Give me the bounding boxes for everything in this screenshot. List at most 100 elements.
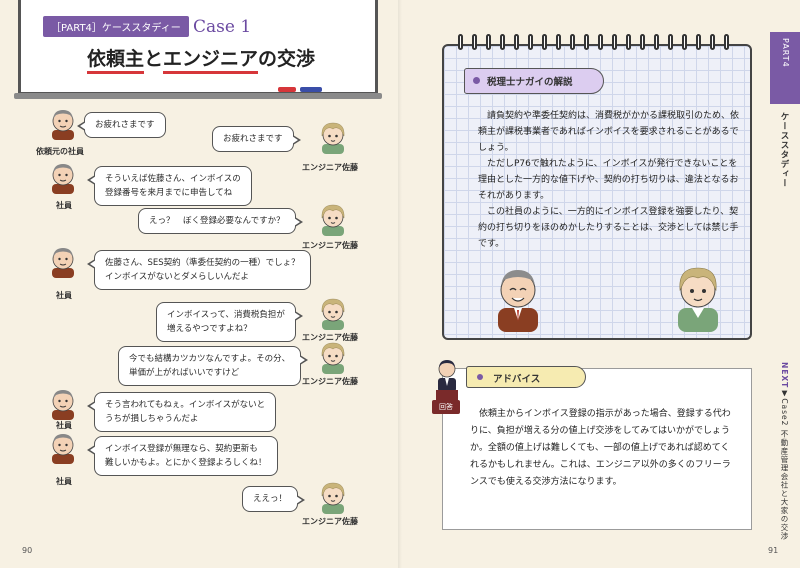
case-title: 依頼主とエンジニアの交渉: [21, 44, 381, 74]
speaker-name: エンジニア佐藤: [302, 163, 358, 172]
ring-icon: [696, 34, 701, 50]
speech-bubble: お疲れさまです: [77, 112, 166, 138]
left-page: ［PART4］ケーススタディー Case 1 依頼主とエンジニアの交渉 依頼元の…: [0, 0, 400, 568]
ring-icon: [514, 34, 519, 50]
bubble-line: ええっ！: [253, 494, 288, 504]
ring-icon: [542, 34, 547, 50]
speech-bubble: そう言われてもねぇ。インボイスがないと うちが損しちゃうんだよ: [86, 392, 277, 432]
bubble-line: 登録番号を来月までに申告してね: [105, 188, 233, 198]
older-man-icon: [46, 244, 80, 278]
young-man-icon: [678, 267, 718, 332]
bubble-line: そういえば佐藤さん、インボイスの: [105, 174, 241, 184]
title-engineer: エンジニア: [163, 48, 259, 74]
young-man-icon: [316, 296, 350, 330]
bubble-line: うちが損しちゃうんだよ: [105, 414, 199, 424]
ring-icon: [500, 34, 505, 50]
bubble-line: インボイスって、消費税負担が: [167, 310, 285, 320]
page-number-right: 91: [768, 546, 779, 555]
advice-text: 依頼主からインボイス登録の指示があった場合、登録する代わりに、負担が増える分の値…: [470, 409, 731, 487]
ring-icon: [472, 34, 477, 50]
title-client: 依頼主: [86, 48, 144, 74]
older-man-icon: [46, 106, 80, 140]
speaker-name: 社員: [56, 201, 72, 210]
explanation-notebook: 税理士ナガイの解説 請負契約や準委任契約は、消費税がかかる課税取引のため、依頼主…: [442, 44, 752, 340]
explanation-title: 税理士ナガイの解説: [487, 77, 573, 88]
speaker-name: エンジニア佐藤: [302, 241, 358, 250]
young-man-icon: [316, 340, 350, 374]
answer-badge: 回答: [432, 400, 460, 414]
podium-advisor-icon: [436, 360, 458, 402]
next-case-label: NEXT▼Case2 不動産管理会社と大家の交渉: [779, 362, 790, 540]
ring-icon: [598, 34, 603, 50]
bubble-line: 増えるやつですよね？: [167, 324, 252, 334]
ring-icon: [640, 34, 645, 50]
ring-icon: [710, 34, 715, 50]
red-marker-icon: [278, 87, 296, 92]
bubble-line: そう言われてもねぇ。インボイスがないと: [105, 400, 266, 410]
title-negotiation: の交渉: [258, 48, 316, 70]
triangle-down-icon: ▼: [780, 388, 789, 399]
young-man-icon: [316, 120, 350, 154]
part-tag: ［PART4］ケーススタディー: [43, 16, 189, 37]
older-man-icon: [46, 430, 80, 464]
ring-icon: [668, 34, 673, 50]
speaker-name: 社員: [56, 291, 72, 300]
ring-icon: [654, 34, 659, 50]
bullet-dot-icon: [477, 374, 483, 380]
ring-icon: [528, 34, 533, 50]
bubble-line: 難しいかもよ。とにかく登録よろしくね！: [105, 458, 267, 468]
older-man-icon: [46, 160, 80, 194]
ring-icon: [556, 34, 561, 50]
speaker-name: 依頼元の社員: [36, 147, 84, 156]
speech-bubble: ええっ！: [242, 486, 306, 512]
speech-bubble: 今でも結構カツカツなんですよ。その分、 単価が上がればいいですけど: [118, 346, 309, 386]
ring-icon: [486, 34, 491, 50]
whiteboard: ［PART4］ケーススタディー Case 1 依頼主とエンジニアの交渉: [18, 0, 378, 95]
next-case-title: Case2 不動産管理会社と大家の交渉: [780, 398, 789, 541]
older-man-icon: [46, 386, 80, 420]
ring-icon: [570, 34, 575, 50]
blue-marker-icon: [300, 87, 322, 92]
title-and: と: [143, 48, 163, 70]
part-side-tab: PART4: [770, 32, 800, 104]
speech-bubble: えっ？ ぼく登録必要なんですか？: [138, 208, 303, 234]
explanation-paragraph: 請負契約や準委任契約は、消費税がかかる課税取引のため、依頼主が課税事業者であれば…: [478, 111, 740, 153]
speaker-name: 社員: [56, 477, 72, 486]
speech-bubble: インボイス登録が無理なら、契約更新も 難しいかもよ。とにかく登録よろしくね！: [87, 436, 278, 476]
bubble-line: インボイス登録が無理なら、契約更新も: [105, 444, 258, 454]
speaker-name: エンジニア佐藤: [302, 377, 358, 386]
bubble-line: お疲れさまです: [95, 120, 155, 130]
ring-icon: [612, 34, 617, 50]
bubble-line: インボイスがないとダメらしいんだよ: [105, 272, 249, 282]
ring-icon: [682, 34, 687, 50]
notebook-rings: [458, 34, 738, 50]
ring-icon: [724, 34, 729, 50]
explanation-paragraph: この社員のように、一方的にインボイス登録を強要したり、契約の打ち切りをほのめかし…: [478, 207, 739, 249]
next-prefix: NEXT: [780, 362, 789, 389]
bubble-line: 今でも結構カツカツなんですよ。その分、: [129, 354, 291, 364]
speech-bubble: 佐藤さん、SES契約（準委任契約の一種）でしょ？ インボイスがないとダメらしいんだ…: [87, 250, 311, 290]
bubble-line: お疲れさまです: [223, 134, 283, 144]
speech-bubble: そういえば佐藤さん、インボイスの 登録番号を来月までに申告してね: [87, 166, 252, 206]
case-label: Case 1: [193, 17, 252, 37]
whiteboard-tray: [14, 93, 382, 99]
page-number-left: 90: [22, 546, 33, 555]
ring-icon: [626, 34, 631, 50]
right-page: 税理士ナガイの解説 請負契約や準委任契約は、消費税がかかる課税取引のため、依頼主…: [400, 0, 800, 568]
explanation-paragraph: ただしP76で触れたように、インボイスが発行できないことを理由とした一方的な値下…: [478, 159, 739, 201]
part-side-tab-label: PART4: [781, 38, 790, 68]
speech-bubble: インボイスって、消費税負担が 増えるやつですよね？: [156, 302, 303, 342]
ring-icon: [584, 34, 589, 50]
explanation-title-tag: 税理士ナガイの解説: [464, 68, 604, 94]
section-side-label: ケーススタディー: [779, 112, 789, 188]
advice-title-tag: アドバイス: [466, 366, 586, 388]
bubble-line: 佐藤さん、SES契約（準委任契約の一種）でしょ？: [105, 258, 300, 268]
speaker-name: エンジニア佐藤: [302, 517, 358, 526]
young-man-icon: [316, 480, 350, 514]
ring-icon: [458, 34, 463, 50]
tax-advisor-icon: [498, 270, 538, 332]
advice-title: アドバイス: [493, 374, 541, 385]
speech-bubble: お疲れさまです: [212, 126, 300, 152]
bubble-line: 単価が上がればいいですけど: [129, 368, 240, 378]
young-man-icon: [316, 202, 350, 236]
